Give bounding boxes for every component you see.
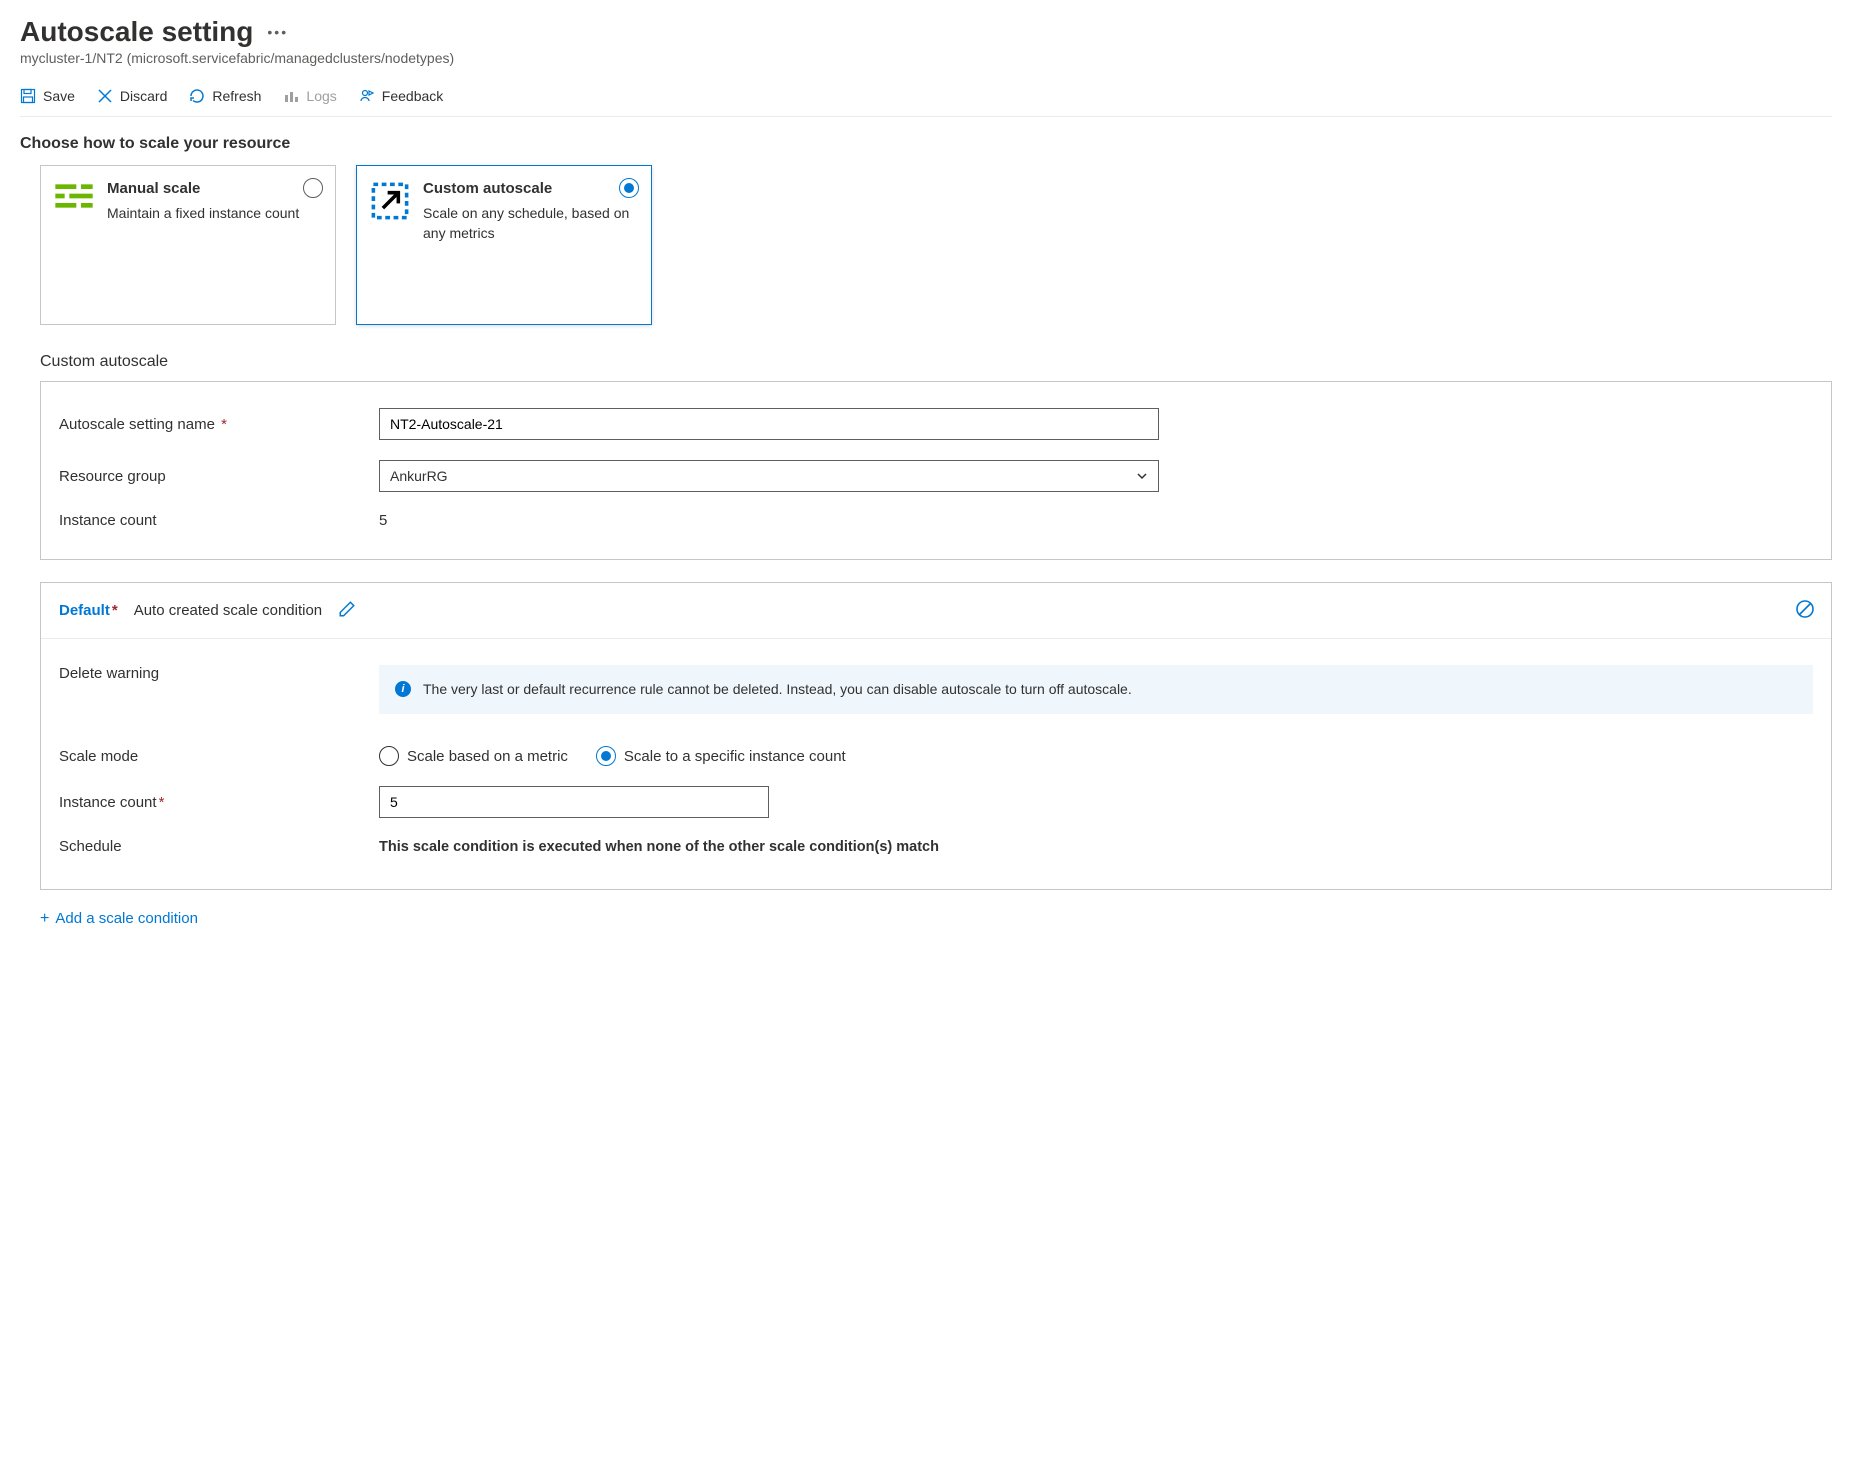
more-icon[interactable]: ••• bbox=[267, 21, 288, 39]
scale-mode-count-radio[interactable]: Scale to a specific instance count bbox=[596, 746, 846, 766]
scale-condition-panel: Default* Auto created scale condition De… bbox=[40, 582, 1832, 890]
logs-button: Logs bbox=[283, 88, 336, 104]
schedule-text: This scale condition is executed when no… bbox=[379, 839, 939, 855]
delete-warning-box: i The very last or default recurrence ru… bbox=[379, 665, 1813, 714]
custom-autoscale-desc: Scale on any schedule, based on any metr… bbox=[423, 203, 635, 244]
info-icon: i bbox=[395, 681, 411, 697]
autoscale-settings-panel: Autoscale setting name * Resource group … bbox=[40, 381, 1832, 560]
add-scale-condition-link[interactable]: + Add a scale condition bbox=[40, 910, 1832, 927]
condition-instance-count-label: Instance count* bbox=[59, 794, 379, 811]
instance-count-value: 5 bbox=[379, 512, 387, 529]
manual-scale-radio[interactable] bbox=[303, 178, 323, 198]
scale-mode-label: Scale mode bbox=[59, 748, 379, 765]
manual-scale-desc: Maintain a fixed instance count bbox=[107, 203, 299, 223]
autoscale-name-input[interactable] bbox=[379, 408, 1159, 440]
breadcrumb: mycluster-1/NT2 (microsoft.servicefabric… bbox=[20, 50, 1832, 66]
delete-warning-label: Delete warning bbox=[59, 665, 379, 682]
autoscale-name-label: Autoscale setting name * bbox=[59, 416, 379, 433]
refresh-button[interactable]: Refresh bbox=[189, 88, 261, 104]
feedback-icon bbox=[359, 88, 375, 104]
custom-autoscale-icon bbox=[371, 180, 411, 310]
save-icon bbox=[20, 88, 36, 104]
chevron-down-icon bbox=[1136, 470, 1148, 482]
condition-desc: Auto created scale condition bbox=[134, 602, 322, 619]
manual-scale-icon bbox=[55, 180, 95, 310]
resource-group-label: Resource group bbox=[59, 468, 379, 485]
close-icon bbox=[97, 88, 113, 104]
custom-autoscale-label: Custom autoscale bbox=[40, 353, 1832, 371]
feedback-button[interactable]: Feedback bbox=[359, 88, 443, 104]
edit-condition-button[interactable] bbox=[338, 600, 356, 621]
custom-autoscale-title: Custom autoscale bbox=[423, 180, 635, 197]
schedule-label: Schedule bbox=[59, 838, 379, 855]
block-icon[interactable] bbox=[1795, 599, 1815, 622]
custom-autoscale-radio[interactable] bbox=[619, 178, 639, 198]
resource-group-select[interactable]: AnkurRG bbox=[379, 460, 1159, 492]
save-button[interactable]: Save bbox=[20, 88, 75, 104]
section-heading: Choose how to scale your resource bbox=[20, 135, 1832, 153]
manual-scale-card[interactable]: Manual scale Maintain a fixed instance c… bbox=[40, 165, 336, 325]
condition-instance-count-input[interactable] bbox=[379, 786, 769, 818]
refresh-icon bbox=[189, 88, 205, 104]
custom-autoscale-card[interactable]: Custom autoscale Scale on any schedule, … bbox=[356, 165, 652, 325]
discard-button[interactable]: Discard bbox=[97, 88, 167, 104]
condition-name: Default* bbox=[59, 602, 118, 619]
toolbar: Save Discard Refresh Logs Feedback bbox=[20, 80, 1832, 117]
scale-mode-metric-radio[interactable]: Scale based on a metric bbox=[379, 746, 568, 766]
manual-scale-title: Manual scale bbox=[107, 180, 299, 197]
page-title: Autoscale setting bbox=[20, 16, 253, 48]
plus-icon: + bbox=[40, 911, 49, 927]
instance-count-label: Instance count bbox=[59, 512, 379, 529]
logs-icon bbox=[283, 88, 299, 104]
